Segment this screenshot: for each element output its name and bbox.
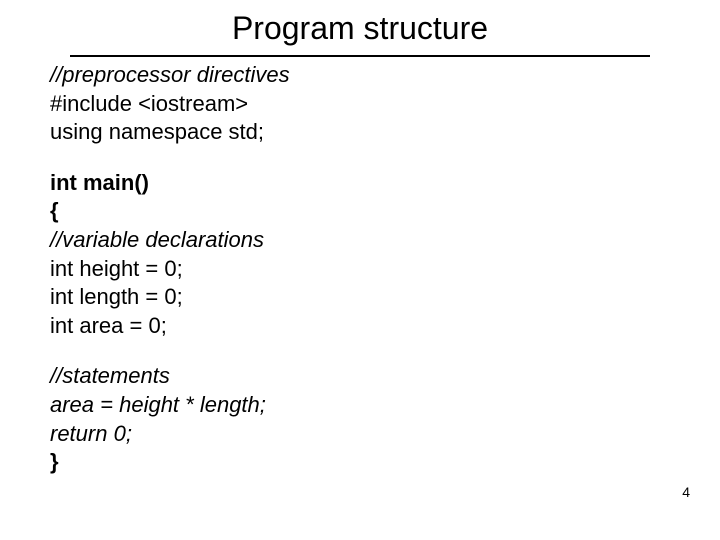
slide-content: //preprocessor directives #include <iost…: [50, 61, 670, 477]
var-length: int length = 0;: [50, 283, 670, 312]
main-declaration: int main(): [50, 169, 670, 198]
statements-comment: //statements: [50, 362, 670, 391]
var-area: int area = 0;: [50, 312, 670, 341]
preprocessor-comment: //preprocessor directives: [50, 61, 670, 90]
page-number: 4: [682, 484, 690, 500]
variable-comment: //variable declarations: [50, 226, 670, 255]
spacer-2: [50, 340, 670, 362]
slide-container: Program structure //preprocessor directi…: [0, 0, 720, 477]
close-brace: }: [50, 448, 670, 477]
stmt-area: area = height * length;: [50, 391, 670, 420]
open-brace: {: [50, 197, 670, 226]
spacer-1: [50, 147, 670, 169]
stmt-return: return 0;: [50, 420, 670, 449]
title-underline: [70, 55, 650, 57]
slide-title: Program structure: [50, 10, 670, 47]
namespace-line: using namespace std;: [50, 118, 670, 147]
include-line: #include <iostream>: [50, 90, 670, 119]
var-height: int height = 0;: [50, 255, 670, 284]
